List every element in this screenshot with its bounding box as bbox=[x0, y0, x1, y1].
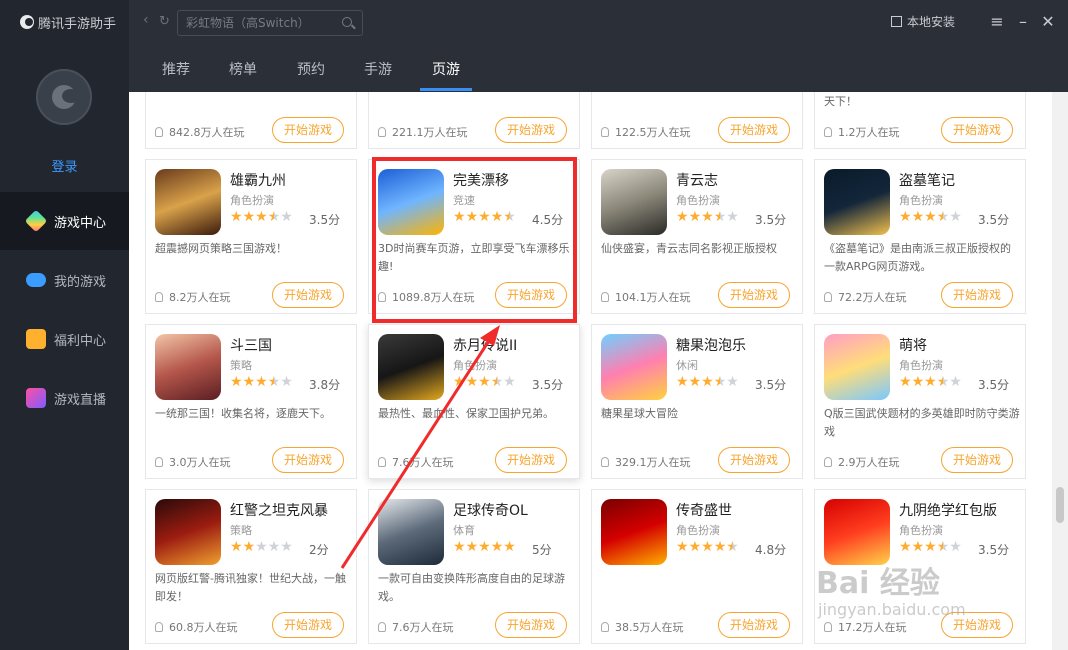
watermark-url: jingyan.baidu.com bbox=[818, 600, 966, 619]
scrollbar[interactable] bbox=[1052, 92, 1068, 650]
annotation-arrow bbox=[340, 325, 500, 569]
watermark: Bai 经验 bbox=[816, 566, 940, 601]
scrollbar-thumb[interactable] bbox=[1056, 487, 1064, 523]
